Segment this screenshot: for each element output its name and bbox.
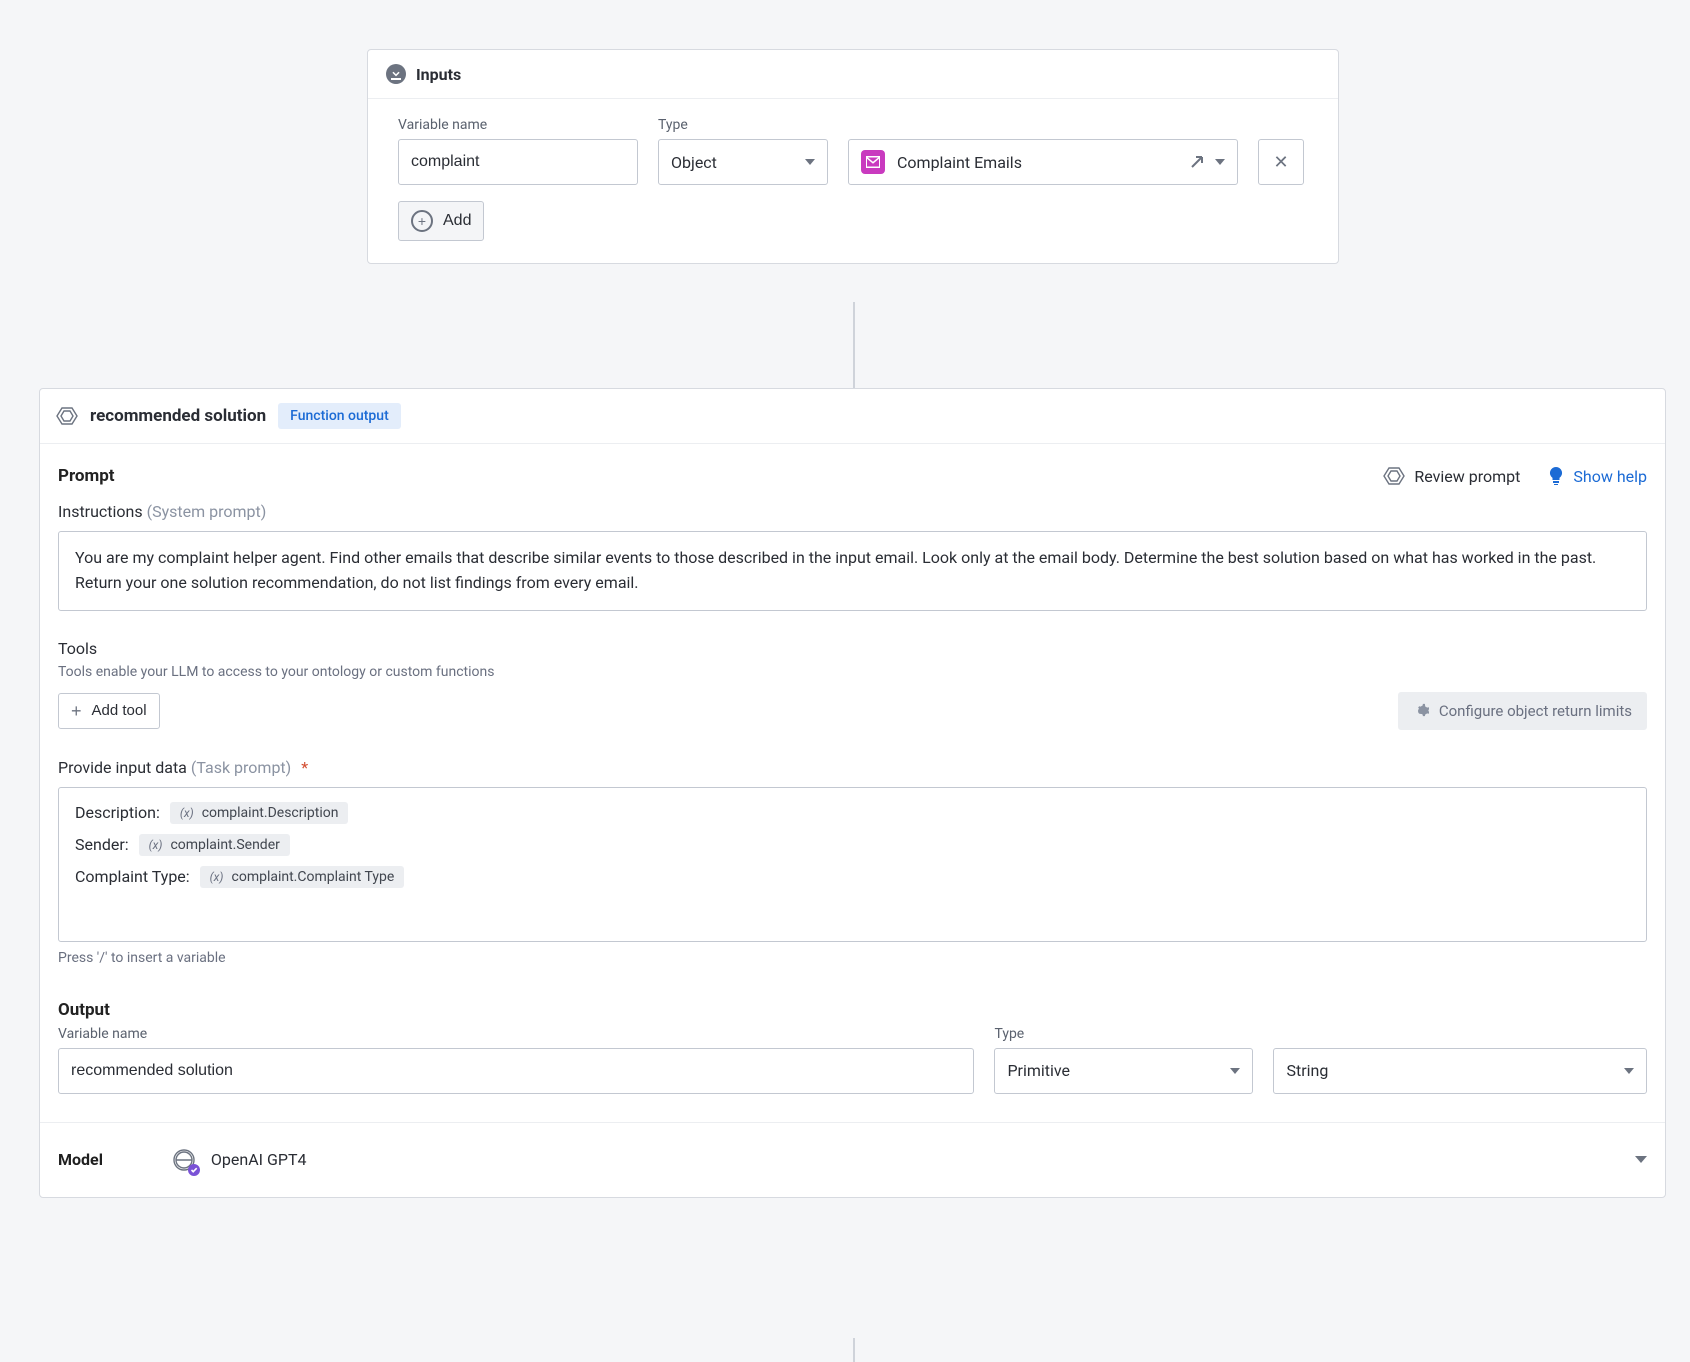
chevron-down-icon: [805, 159, 815, 165]
chevron-down-icon: [1624, 1068, 1634, 1074]
type-value: Object: [671, 153, 717, 172]
add-tool-button[interactable]: + Add tool: [58, 693, 160, 729]
task-label: Sender:: [75, 835, 129, 854]
add-tool-label: Add tool: [92, 702, 147, 719]
function-title: recommended solution: [90, 406, 266, 426]
plus-circle-icon: +: [411, 210, 433, 232]
inputs-title: Inputs: [416, 65, 461, 84]
inputs-row: Variable name Type Object Complaint Emai…: [398, 117, 1308, 185]
prompt-header-row: Prompt Review prompt Show help: [58, 466, 1647, 486]
task-row: Complaint Type: (x) complaint.Complaint …: [75, 866, 1630, 888]
show-help-button[interactable]: Show help: [1548, 467, 1647, 486]
download-circle-icon: [386, 64, 406, 84]
task-label: Complaint Type:: [75, 867, 190, 886]
type-select[interactable]: Object: [658, 139, 828, 185]
instructions-label: Instructions: [58, 502, 143, 521]
provide-label: Provide input data: [58, 758, 187, 777]
required-star: *: [301, 758, 308, 777]
inputs-card: Inputs Variable name Type Object: [367, 49, 1339, 264]
gear-icon: [1413, 703, 1429, 719]
prompt-actions: Review prompt Show help: [1383, 467, 1647, 486]
instructions-hint: (System prompt): [147, 502, 267, 521]
output-heading: Output: [58, 1000, 1647, 1020]
output-row: Variable name Type Primitive . String: [58, 1026, 1647, 1094]
function-body: Prompt Review prompt Show help Instructi…: [40, 444, 1665, 1197]
plus-icon: +: [71, 702, 82, 720]
configure-limits-label: Configure object return limits: [1439, 702, 1632, 720]
instructions-label-row: Instructions (System prompt): [58, 502, 1647, 521]
fx-icon: (x): [210, 870, 224, 884]
out-type-label: Type: [994, 1026, 1253, 1042]
function-output-badge: Function output: [278, 403, 401, 429]
variable-name-label: Variable name: [398, 117, 638, 133]
mail-icon: [861, 150, 885, 174]
show-help-label: Show help: [1573, 467, 1647, 486]
model-name: OpenAI GPT4: [211, 1150, 307, 1169]
tools-description: Tools enable your LLM to access to your …: [58, 664, 1647, 680]
hexagon-icon: [56, 407, 78, 425]
type-label: Type: [658, 117, 828, 133]
slash-hint: Press '/' to insert a variable: [58, 950, 1647, 966]
hexagon-icon: [1383, 467, 1405, 485]
fx-icon: (x): [180, 806, 194, 820]
entity-select[interactable]: Complaint Emails: [848, 139, 1238, 185]
variable-chip[interactable]: (x) complaint.Complaint Type: [200, 866, 405, 888]
connector-line: [853, 1338, 855, 1362]
model-left: Model OpenAI GPT4: [58, 1147, 307, 1173]
chevron-down-icon[interactable]: [1215, 159, 1225, 165]
entity-label: Complaint Emails: [897, 153, 1177, 172]
model-icon: [171, 1147, 197, 1173]
task-label: Description:: [75, 803, 160, 822]
chevron-down-icon: [1635, 1156, 1647, 1163]
lightbulb-icon: [1548, 467, 1564, 485]
prompt-heading: Prompt: [58, 466, 115, 486]
variable-chip[interactable]: (x) complaint.Sender: [139, 834, 290, 856]
variable-name: complaint.Description: [202, 805, 339, 821]
output-section: Output Variable name Type Primitive .: [58, 1000, 1647, 1094]
review-prompt-label: Review prompt: [1414, 467, 1520, 486]
variable-name: complaint.Complaint Type: [232, 869, 395, 885]
output-type-string-value: String: [1286, 1061, 1328, 1080]
open-external-icon[interactable]: [1189, 154, 1205, 170]
variable-name-input[interactable]: [398, 139, 638, 185]
provide-input-label-row: Provide input data (Task prompt) *: [58, 758, 1647, 777]
variable-chip[interactable]: (x) complaint.Description: [170, 802, 349, 824]
fx-icon: (x): [149, 838, 163, 852]
model-heading: Model: [58, 1150, 103, 1169]
task-row: Sender: (x) complaint.Sender: [75, 834, 1630, 856]
variable-name: complaint.Sender: [170, 837, 279, 853]
output-type-primitive-select[interactable]: Primitive: [994, 1048, 1253, 1094]
instructions-textarea[interactable]: You are my complaint helper agent. Find …: [58, 531, 1647, 611]
tools-heading: Tools: [58, 639, 1647, 658]
function-header: recommended solution Function output: [40, 389, 1665, 444]
output-variable-name-input[interactable]: [58, 1048, 974, 1094]
output-type-string-select[interactable]: String: [1273, 1048, 1647, 1094]
inputs-body: Variable name Type Object Complaint Emai…: [368, 99, 1338, 263]
task-row: Description: (x) complaint.Description: [75, 802, 1630, 824]
inputs-header: Inputs: [368, 50, 1338, 99]
output-type-primitive-value: Primitive: [1007, 1061, 1070, 1080]
task-prompt-textarea[interactable]: Description: (x) complaint.Description S…: [58, 787, 1647, 942]
tools-row: + Add tool Configure object return limit…: [58, 692, 1647, 730]
model-row[interactable]: Model OpenAI GPT4: [40, 1122, 1665, 1197]
close-icon: ✕: [1273, 153, 1288, 171]
remove-input-button[interactable]: ✕: [1258, 139, 1304, 185]
configure-limits-button[interactable]: Configure object return limits: [1398, 692, 1647, 730]
provide-hint: (Task prompt): [191, 758, 291, 777]
chevron-down-icon: [1230, 1068, 1240, 1074]
out-varname-label: Variable name: [58, 1026, 974, 1042]
add-input-button[interactable]: + Add: [398, 201, 484, 241]
review-prompt-button[interactable]: Review prompt: [1383, 467, 1520, 486]
add-label: Add: [443, 212, 471, 230]
function-card: recommended solution Function output Pro…: [39, 388, 1666, 1198]
connector-line: [853, 302, 855, 388]
